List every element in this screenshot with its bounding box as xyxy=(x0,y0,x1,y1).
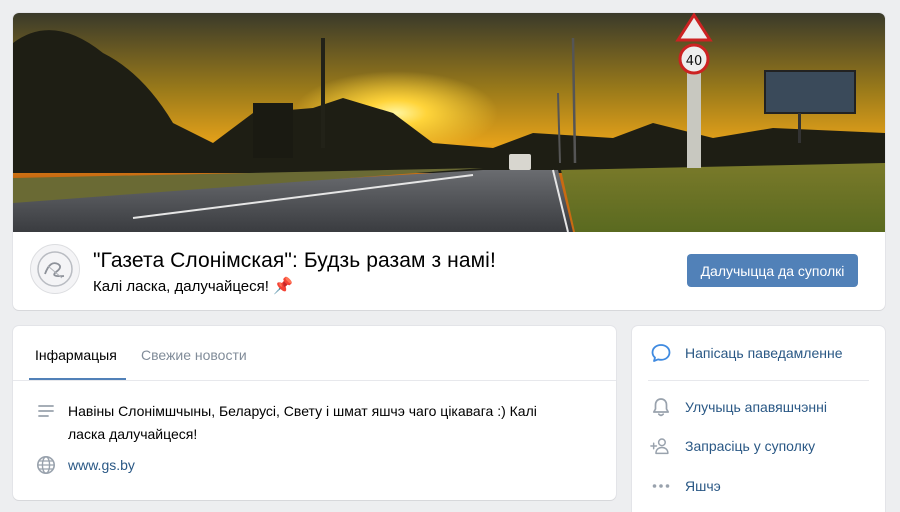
tabs-bar: Інфармацыя Свежие новости xyxy=(13,326,616,381)
actions-divider xyxy=(648,380,869,381)
pushpin-icon: 📌 xyxy=(272,278,293,295)
more-label: Яшчэ xyxy=(685,478,721,494)
text-lines-icon xyxy=(35,400,57,422)
info-card: Інфармацыя Свежие новости Навіны Слонімш… xyxy=(13,326,616,500)
group-title: "Газета Слонімская": Будзь разам з намі! xyxy=(93,249,496,272)
join-group-button[interactable]: Далучыцца да суполкі xyxy=(687,254,858,287)
add-user-icon xyxy=(650,435,672,457)
enable-notifications-action[interactable]: Улучыць апавяшчэнні xyxy=(650,396,827,418)
website-link[interactable]: www.gs.by xyxy=(68,454,135,477)
more-action[interactable]: Яшчэ xyxy=(650,475,721,497)
enable-notifications-label: Улучыць апавяшчэнні xyxy=(685,399,827,415)
invite-to-group-label: Запрасіць у суполку xyxy=(685,438,816,454)
group-status: Калі ласка, далучайцеся! 📌 xyxy=(93,276,293,296)
website-row: www.gs.by xyxy=(35,454,135,477)
tab-latest-news[interactable]: Свежие новости xyxy=(141,347,247,363)
more-icon xyxy=(650,475,672,497)
message-icon xyxy=(650,342,672,364)
group-status-text: Калі ласка, далучайцеся! xyxy=(93,278,269,295)
invite-to-group-action[interactable]: Запрасіць у суполку xyxy=(650,435,815,457)
send-message-label: Напісаць паведамленне xyxy=(685,345,843,361)
logo-icon xyxy=(37,251,73,287)
group-avatar[interactable] xyxy=(30,244,80,294)
globe-icon xyxy=(35,454,57,476)
send-message-action[interactable]: Напісаць паведамленне xyxy=(650,342,843,364)
bell-icon xyxy=(650,396,672,418)
group-header-card: 40 "Газета Слонімская": Будзь разам з на… xyxy=(13,13,885,310)
cover-image: 40 xyxy=(13,13,885,232)
actions-card: Напісаць паведамленне Улучыць апавяшчэнн… xyxy=(632,326,885,512)
svg-text:40: 40 xyxy=(686,54,703,69)
tab-info[interactable]: Інфармацыя xyxy=(35,347,117,363)
active-tab-indicator xyxy=(29,378,126,380)
group-description: Навіны Слонімшчыны, Беларусі, Свету і шм… xyxy=(68,403,537,442)
description-row: Навіны Слонімшчыны, Беларусі, Свету і шм… xyxy=(35,400,568,446)
